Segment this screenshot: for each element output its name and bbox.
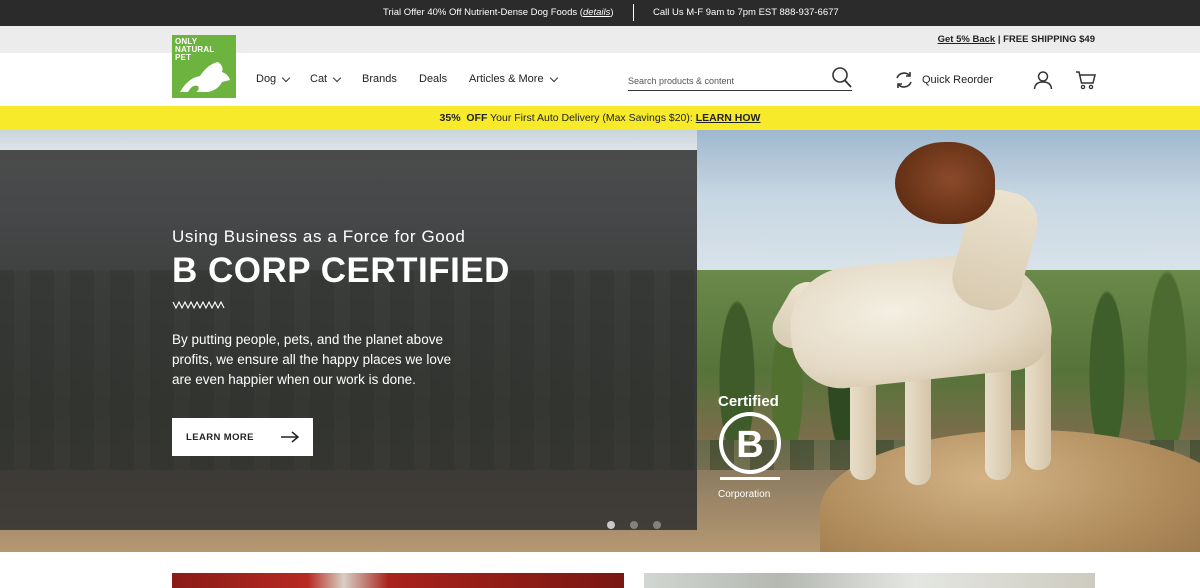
nav-item-deals-label: Deals [419,73,448,85]
user-icon[interactable] [1033,70,1053,90]
call-us-text: Call Us M-F 9am to 7pm EST 888-937-6677 [653,7,839,18]
b-corp-letter: B [736,424,763,466]
hero-eyebrow: Using Business as a Force for Good [172,227,466,246]
hero-body-text: By putting people, pets, and the planet … [172,332,452,387]
announcement-divider [633,4,634,21]
b-corp-badge: Certified B Corporation [718,393,788,500]
b-corp-certified-label: Certified [718,393,779,410]
chevron-down-icon [281,73,291,82]
main-header: ONLY NATURAL PET Dog Cat Brands Deals Ar… [0,35,1200,106]
carousel-dots [607,521,661,529]
nav-item-dog[interactable]: Dog [256,73,291,85]
search-input[interactable] [628,73,818,86]
nav-item-brands[interactable]: Brands [362,73,397,85]
trial-offer-text: Trial Offer 40% Off Nutrient-Dense Dog F… [383,7,614,18]
nav-item-articles[interactable]: Articles & More [469,73,558,85]
search-bar [628,67,852,91]
carousel-dot-2[interactable] [630,521,638,529]
trial-offer-prefix: Trial Offer 40% Off Nutrient-Dense Dog F… [383,7,583,18]
free-shipping-text: | FREE SHIPPING $49 [995,34,1095,45]
promo-percent: 35% [439,112,461,124]
b-corp-logo-icon: B [719,412,781,480]
chevron-down-icon [332,73,342,82]
hero-banner: Using Business as a Force for Good B COR… [0,130,1200,552]
cart-icon[interactable] [1075,70,1097,90]
trial-offer-suffix: ) [610,7,614,18]
squiggle-divider-icon [172,301,225,309]
hero-title: B CORP CERTIFIED [172,251,510,290]
quick-reorder-button[interactable]: Quick Reorder [894,70,993,90]
refresh-icon [896,72,912,88]
promo-text: Your First Auto Delivery (Max Savings $2… [487,112,696,124]
announcement-bar: Trial Offer 40% Off Nutrient-Dense Dog F… [0,0,1200,26]
cashback-shipping: Get 5% Back | FREE SHIPPING $49 [938,34,1095,45]
nav-item-cat[interactable]: Cat [310,73,342,85]
nav-item-deals[interactable]: Deals [419,73,447,85]
b-corp-corporation-label: Corporation [718,489,771,500]
carousel-dot-1[interactable] [607,521,615,529]
promo-off: OFF [466,112,488,124]
nav-item-brands-label: Brands [362,73,397,85]
nav-item-cat-label: Cat [310,73,328,85]
chevron-down-icon [549,73,558,82]
search-icon[interactable] [832,67,852,89]
promo-tile-left[interactable] [172,573,624,588]
pet-silhouette-icon [180,62,230,92]
nav-item-articles-label: Articles & More [469,73,544,85]
quick-reorder-label: Quick Reorder [922,74,993,86]
learn-how-link[interactable]: LEARN HOW [696,112,761,124]
carousel-dot-3[interactable] [653,521,661,529]
promo-tile-right[interactable] [644,573,1095,588]
learn-more-button[interactable]: LEARN MORE [172,418,313,456]
arrow-right-icon [281,431,299,443]
dog-head-image [895,142,995,224]
cashback-link[interactable]: Get 5% Back [938,34,996,45]
nav-item-dog-label: Dog [256,73,277,85]
trial-offer-details-link[interactable]: details [583,7,610,18]
brand-logo[interactable]: ONLY NATURAL PET [172,35,236,98]
auto-delivery-promo: 35% OFF Your First Auto Delivery (Max Sa… [0,106,1200,130]
learn-more-label: LEARN MORE [186,431,254,443]
